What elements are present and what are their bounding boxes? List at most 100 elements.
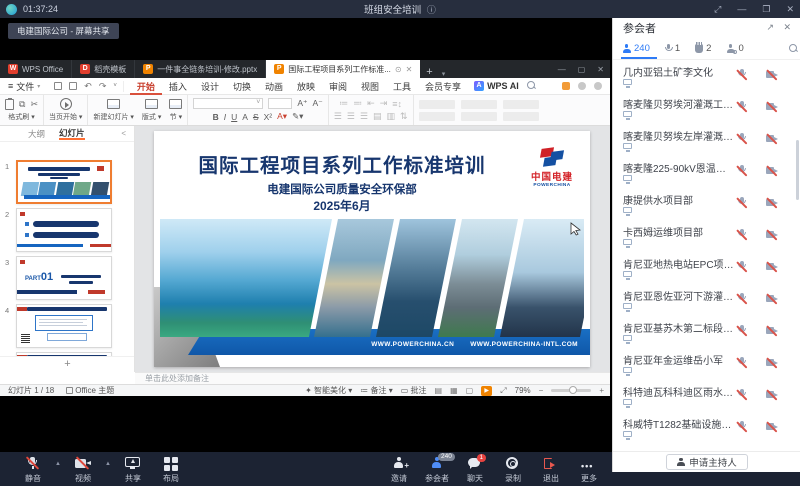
print-icon[interactable] xyxy=(69,82,77,90)
menu-item-2[interactable]: 设计 xyxy=(194,78,226,95)
play-from-current-button[interactable]: 当页开始 ▾ xyxy=(49,112,82,122)
participant-mic-muted-icon[interactable] xyxy=(735,197,749,209)
wps-minimize-icon[interactable]: — xyxy=(558,65,566,74)
slide-thumbnail-2[interactable] xyxy=(16,208,112,252)
italic-button[interactable]: I xyxy=(224,112,226,122)
participant-row[interactable]: 康提供水项目部 xyxy=(613,189,800,221)
participant-row[interactable]: 喀麦隆贝努埃左岸灌溉项... xyxy=(613,125,800,157)
cut-icon[interactable]: ✂ xyxy=(30,99,38,110)
search-participants-button[interactable] xyxy=(789,44,798,53)
menu-item-6[interactable]: 审阅 xyxy=(322,78,354,95)
justify-icon[interactable]: ▤ xyxy=(373,111,382,122)
mic-options-caret[interactable]: ▲ xyxy=(52,452,64,467)
participant-row[interactable]: 喀麦隆225-90kV恩温得输... xyxy=(613,157,800,189)
tab-hands-raised[interactable]: 2 xyxy=(695,43,711,54)
participant-camera-off-icon[interactable] xyxy=(765,421,779,433)
participant-mic-muted-icon[interactable] xyxy=(735,229,749,241)
menu-item-5[interactable]: 放映 xyxy=(290,78,322,95)
slide-thumbnail-1[interactable] xyxy=(16,160,112,204)
tab-hosts[interactable]: 0 xyxy=(726,43,743,54)
maximize-icon[interactable]: ❐ xyxy=(762,4,770,15)
collapse-panel-icon[interactable]: < xyxy=(121,129,126,138)
increase-font-icon[interactable]: A⁺ xyxy=(297,98,307,109)
participant-mic-muted-icon[interactable] xyxy=(735,389,749,401)
participant-mic-muted-icon[interactable] xyxy=(735,293,749,305)
menu-item-4[interactable]: 动画 xyxy=(258,78,290,95)
slide-layout-button[interactable]: 版式 ▾ xyxy=(142,99,161,122)
align-objects-button[interactable] xyxy=(461,112,497,121)
participant-row[interactable]: 几内亚铝土矿李文化 xyxy=(613,61,800,93)
normal-view-icon[interactable]: ▤ xyxy=(435,386,443,395)
superscript-button[interactable]: X² xyxy=(264,112,273,122)
shape-outline-button[interactable] xyxy=(419,112,455,121)
participant-row[interactable]: 科威特T1282基础设施项目 xyxy=(613,413,800,445)
participant-mic-muted-icon[interactable] xyxy=(735,133,749,145)
menu-item-7[interactable]: 视图 xyxy=(354,78,386,95)
decrease-font-icon[interactable]: A⁻ xyxy=(313,98,323,109)
paste-icon[interactable] xyxy=(5,99,14,110)
align-center-icon[interactable]: ☰ xyxy=(347,111,355,122)
columns-icon[interactable]: ▥ xyxy=(386,111,395,122)
participant-row[interactable]: 科特迪瓦科科迪区雨水整... xyxy=(613,381,800,413)
participant-camera-off-icon[interactable] xyxy=(765,69,779,81)
outdent-icon[interactable]: ⇤ xyxy=(367,98,375,109)
pin-tab-icon[interactable]: ⊙ xyxy=(395,65,402,74)
undo-icon[interactable]: ↶ xyxy=(84,81,92,92)
participant-camera-off-icon[interactable] xyxy=(765,293,779,305)
participant-list-scrollbar[interactable] xyxy=(796,140,799,200)
wps-document-tab-active[interactable]: P 国际工程项目系列工作标准... ⊙ ✕ xyxy=(266,60,420,78)
replace-button[interactable] xyxy=(503,112,539,121)
slide-sorter-view-icon[interactable]: ▦ xyxy=(450,386,458,395)
apply-host-button[interactable]: 申请主持人 xyxy=(666,454,748,470)
fullscreen-icon[interactable]: ⤢ xyxy=(500,386,506,396)
leave-meeting-button[interactable]: 退出 xyxy=(532,452,570,484)
tab-all-participants[interactable]: 240 xyxy=(622,43,650,54)
chat-button[interactable]: 1 聊天 xyxy=(456,452,494,484)
zoom-slider-thumb[interactable] xyxy=(569,386,577,394)
participant-row[interactable]: 肯尼亚恩佐亚河下游灌溉... xyxy=(613,285,800,317)
participant-mic-muted-icon[interactable] xyxy=(735,357,749,369)
notes-toggle-button[interactable]: ≔ 备注 ▾ xyxy=(360,385,392,396)
find-button[interactable] xyxy=(503,100,539,109)
participant-row[interactable]: 喀麦隆贝努埃河灌溉工程I... xyxy=(613,93,800,125)
participant-camera-off-icon[interactable] xyxy=(765,261,779,273)
strikethrough-button[interactable]: S xyxy=(253,112,259,122)
smart-beautify-button[interactable]: ✦ 智能美化 ▾ xyxy=(305,385,352,396)
participant-camera-off-icon[interactable] xyxy=(765,101,779,113)
underline-button[interactable]: U xyxy=(231,112,237,122)
participants-button[interactable]: 240 参会者 xyxy=(418,452,456,484)
ribbon-search-icon[interactable] xyxy=(527,81,536,92)
wps-maximize-icon[interactable]: ▢ xyxy=(578,65,586,74)
participant-camera-off-icon[interactable] xyxy=(765,133,779,145)
qat-caret-icon[interactable]: ˅ xyxy=(113,83,117,89)
zoom-slider[interactable] xyxy=(551,389,591,392)
slide-thumbnail-3[interactable]: PART01 xyxy=(16,256,112,300)
redo-icon[interactable]: ↷ xyxy=(99,81,107,92)
menu-item-3[interactable]: 切换 xyxy=(226,78,258,95)
add-slide-button[interactable]: + xyxy=(0,356,135,372)
participant-mic-muted-icon[interactable] xyxy=(735,69,749,81)
menu-item-0[interactable]: 开始 xyxy=(130,78,162,95)
save-icon[interactable] xyxy=(54,82,62,90)
new-slide-button[interactable]: 新建幻灯片 ▾ xyxy=(93,99,133,122)
wps-ai-button[interactable]: A WPS AI xyxy=(474,81,519,91)
minimize-icon[interactable]: — xyxy=(737,4,746,14)
participant-row[interactable]: 肯尼亚地热电站EPC项目部 xyxy=(613,253,800,285)
participant-camera-off-icon[interactable] xyxy=(765,389,779,401)
participant-mic-muted-icon[interactable] xyxy=(735,165,749,177)
menu-item-8[interactable]: 工具 xyxy=(386,78,418,95)
align-right-icon[interactable]: ☰ xyxy=(360,111,368,122)
wps-document-tab-1[interactable]: P 一件事全链条培训-修改.pptx xyxy=(135,60,266,78)
participant-camera-off-icon[interactable] xyxy=(765,325,779,337)
slides-tab[interactable]: 幻灯片 xyxy=(59,127,85,140)
menu-item-9[interactable]: 会员专享 xyxy=(418,78,468,95)
participant-camera-off-icon[interactable] xyxy=(765,197,779,209)
participant-row[interactable]: 肯尼亚年金运维岳小军 xyxy=(613,349,800,381)
highlight-button[interactable]: ✎▾ xyxy=(292,111,303,122)
participant-camera-off-icon[interactable] xyxy=(765,357,779,369)
wps-docer-tab[interactable]: D 稻壳模板 xyxy=(72,60,135,78)
layout-button[interactable]: 布局 xyxy=(152,452,190,484)
participant-mic-muted-icon[interactable] xyxy=(735,421,749,433)
more-options-button[interactable]: ••• 更多 xyxy=(570,452,608,484)
video-button[interactable]: 视频 xyxy=(64,452,102,484)
